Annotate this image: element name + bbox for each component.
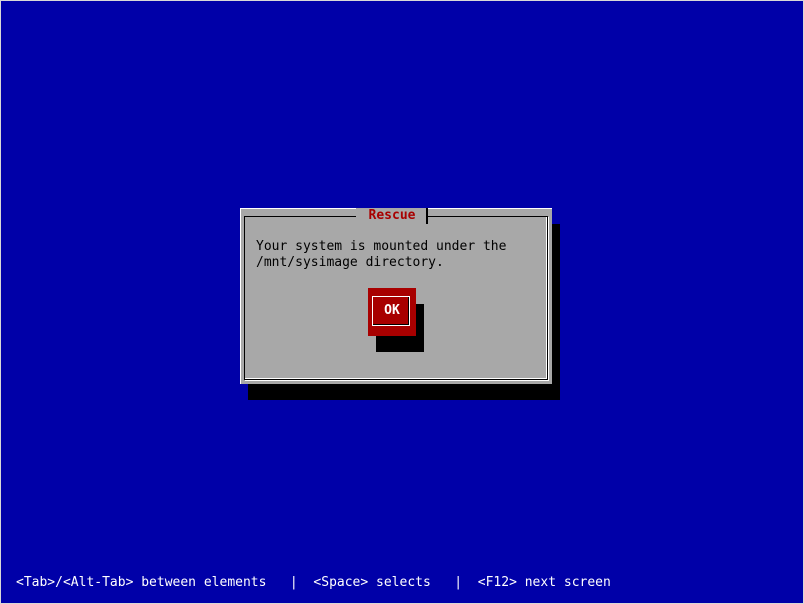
dialog-title: Rescue xyxy=(356,208,428,224)
dialog-message: Your system is mounted under the /mnt/sy… xyxy=(256,239,507,270)
keyboard-help-line: <Tab>/<Alt-Tab> between elements | <Spac… xyxy=(16,575,611,590)
rescue-dialog: Rescue Your system is mounted under the … xyxy=(240,208,552,384)
ok-button[interactable]: OK xyxy=(368,288,416,336)
ok-button-label: OK xyxy=(384,303,400,318)
title-separator-right xyxy=(426,208,428,224)
